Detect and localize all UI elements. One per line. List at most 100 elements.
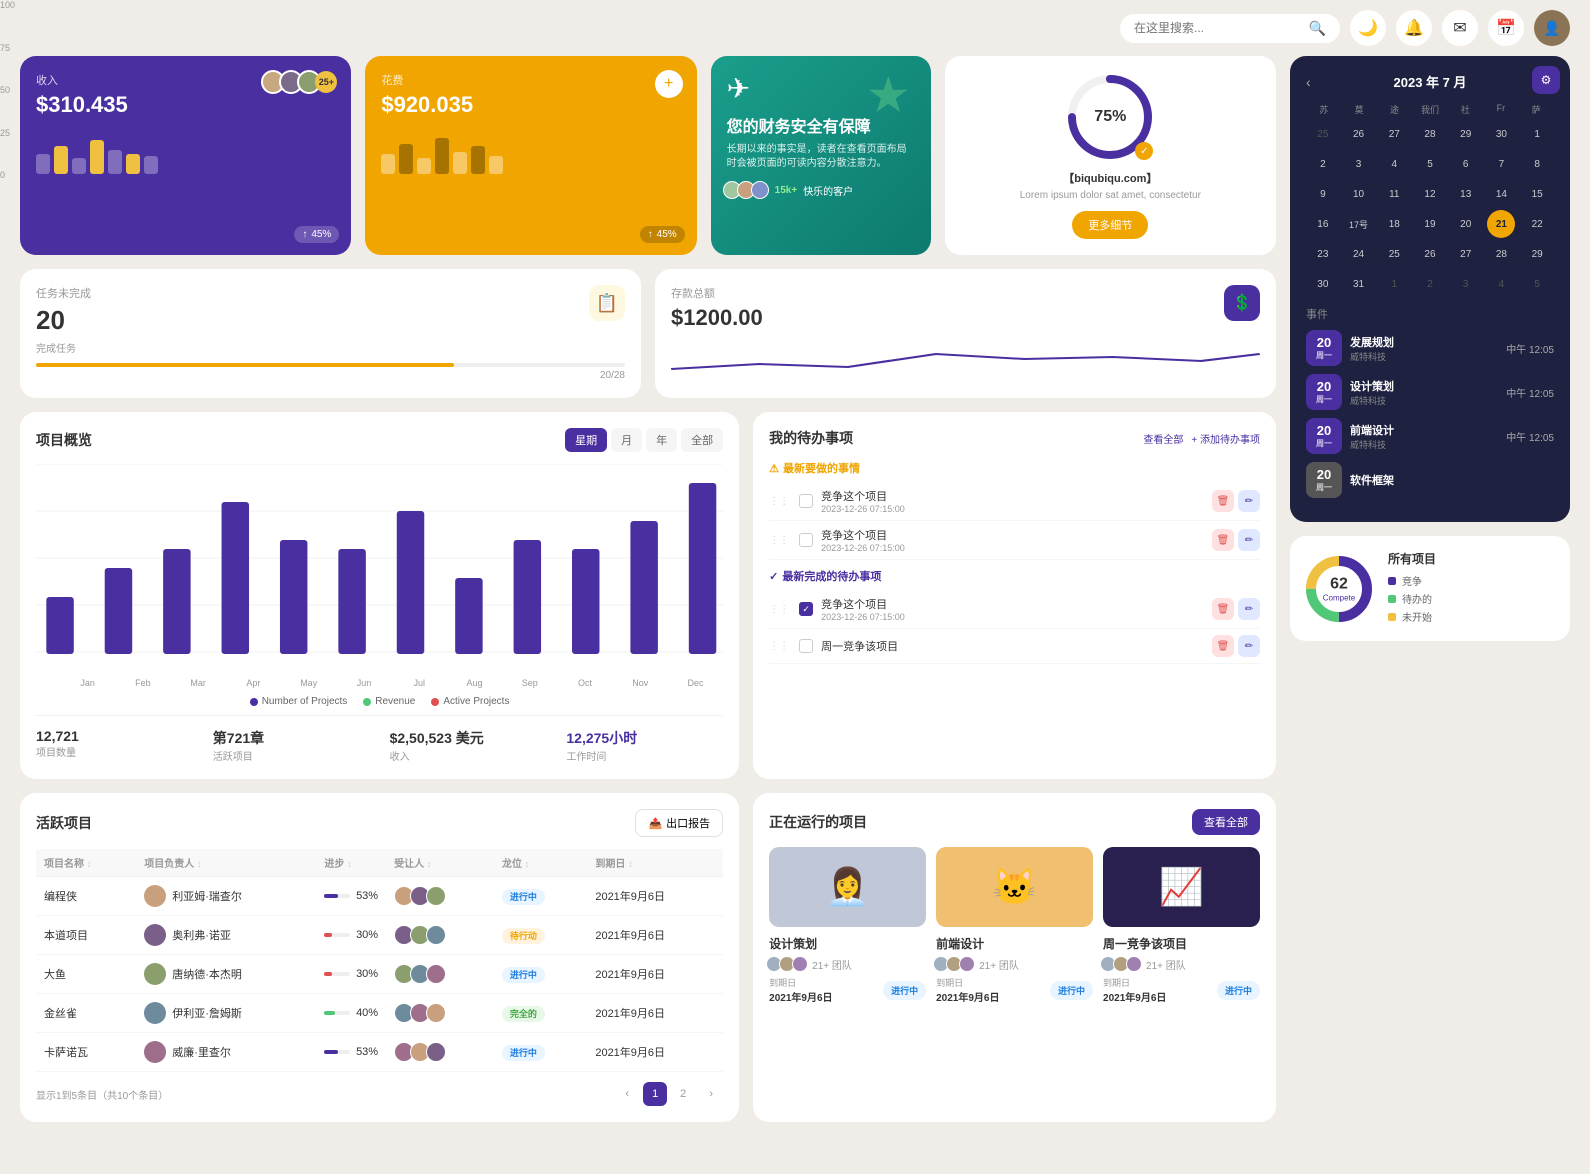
cal-day[interactable]: 14 [1487, 180, 1515, 208]
delete-btn-2[interactable]: 🗑 [1212, 529, 1234, 551]
cal-day[interactable]: 23 [1309, 240, 1337, 268]
cal-day[interactable]: 31 [1345, 270, 1373, 298]
cal-day[interactable]: 2 [1309, 150, 1337, 178]
cal-day[interactable]: 30 [1487, 120, 1515, 148]
cal-day[interactable]: 1 [1523, 120, 1551, 148]
cal-day[interactable]: 22 [1523, 210, 1551, 238]
cal-day[interactable]: 28 [1487, 240, 1515, 268]
cal-day[interactable]: 24 [1345, 240, 1373, 268]
cal-day[interactable]: 26 [1416, 240, 1444, 268]
drag-handle[interactable]: ⋮⋮ [769, 496, 789, 507]
tab-month[interactable]: 月 [611, 428, 642, 452]
all-projects-card: 62 Compete 所有项目 竞争 待办的 未开始 [1290, 536, 1570, 641]
cal-day[interactable]: 2 [1416, 270, 1444, 298]
bell-icon[interactable]: 🔔 [1396, 10, 1432, 46]
cal-day[interactable]: 10 [1345, 180, 1373, 208]
todo-checkbox-1[interactable] [799, 494, 813, 508]
prev-page-btn[interactable]: ‹ [615, 1082, 639, 1106]
progress-cell: 30% [324, 968, 378, 980]
expense-card: 花费 $920.035 + ↑45% [365, 56, 696, 255]
moon-icon[interactable]: 🌙 [1350, 10, 1386, 46]
cal-day[interactable]: 1 [1380, 270, 1408, 298]
cal-day[interactable]: 20 [1452, 210, 1480, 238]
cal-day[interactable]: 8 [1523, 150, 1551, 178]
tab-year[interactable]: 年 [646, 428, 677, 452]
cal-day[interactable]: 25 [1380, 240, 1408, 268]
running-project-item: 🐱 前端设计 21+ 团队 到期日 2021年9月6日 进行中 [936, 847, 1093, 1004]
page-2-btn[interactable]: 2 [671, 1082, 695, 1106]
running-status: 进行中 [1217, 981, 1260, 1000]
cal-day[interactable]: 18 [1380, 210, 1408, 238]
drag-handle-3[interactable]: ⋮⋮ [769, 604, 789, 615]
todo-checkbox-3[interactable] [799, 639, 813, 653]
cal-day[interactable]: 5 [1416, 150, 1444, 178]
cal-day[interactable]: 7 [1487, 150, 1515, 178]
tab-all[interactable]: 全部 [681, 428, 723, 452]
cal-day[interactable]: 28 [1416, 120, 1444, 148]
left-content: 收入 $310.435 25+ [20, 56, 1276, 1122]
calendar-icon[interactable]: 📅 [1488, 10, 1524, 46]
tab-week[interactable]: 星期 [565, 428, 607, 452]
cal-day[interactable]: 3 [1345, 150, 1373, 178]
cal-day[interactable]: 19 [1416, 210, 1444, 238]
cal-day-today[interactable]: 21 [1487, 210, 1515, 238]
cal-day[interactable]: 4 [1380, 150, 1408, 178]
event-date-4: 20 周一 [1306, 462, 1342, 498]
cal-day[interactable]: 12 [1416, 180, 1444, 208]
search-input[interactable] [1134, 21, 1301, 35]
cal-day[interactable]: 5 [1523, 270, 1551, 298]
cal-settings-btn[interactable]: ⚙ [1532, 66, 1560, 94]
cal-days-header: 苏莫途我们社Fr萨 [1306, 103, 1554, 116]
project-overview-card: 项目概览 星期 月 年 全部 1007550250 [20, 412, 739, 779]
progress-bar-bg [324, 1050, 350, 1054]
cal-day[interactable]: 30 [1309, 270, 1337, 298]
edit-btn-3[interactable]: ✏ [1238, 635, 1260, 657]
drag-handle-2[interactable]: ⋮⋮ [769, 535, 789, 546]
next-page-btn[interactable]: › [699, 1082, 723, 1106]
edit-btn-done-1[interactable]: ✏ [1238, 598, 1260, 620]
cal-prev-btn[interactable]: ‹ [1306, 74, 1311, 90]
view-all-running-btn[interactable]: 查看全部 [1192, 809, 1260, 835]
stat-hours: 12,275小时 工作时间 [566, 728, 723, 763]
cal-day[interactable]: 17号 [1345, 210, 1373, 238]
cell-name: 金丝雀 [36, 994, 136, 1033]
add-todo-link[interactable]: + 添加待办事项 [1191, 431, 1260, 446]
view-all-link[interactable]: 查看全部 [1143, 431, 1183, 446]
edit-btn-2[interactable]: ✏ [1238, 529, 1260, 551]
page-1-btn[interactable]: 1 [643, 1082, 667, 1106]
cal-day[interactable]: 29 [1523, 240, 1551, 268]
event-item-4: 20 周一 软件框架 [1306, 462, 1554, 498]
cal-day[interactable]: 27 [1380, 120, 1408, 148]
cal-day[interactable]: 4 [1487, 270, 1515, 298]
cal-day[interactable]: 13 [1452, 180, 1480, 208]
add-expense-btn[interactable]: + [655, 70, 683, 98]
cal-day[interactable]: 26 [1345, 120, 1373, 148]
user-avatar[interactable]: 👤 [1534, 10, 1570, 46]
delete-btn-3[interactable]: 🗑 [1212, 635, 1234, 657]
owner-avatar [144, 885, 166, 907]
cal-day[interactable]: 29 [1452, 120, 1480, 148]
task-progress-bar [36, 363, 625, 367]
delete-btn-1[interactable]: 🗑 [1212, 490, 1234, 512]
mail-icon[interactable]: ✉ [1442, 10, 1478, 46]
delete-btn-done-1[interactable]: 🗑 [1212, 598, 1234, 620]
todo-checkbox-done[interactable]: ✓ [799, 602, 813, 616]
cal-day[interactable]: 11 [1380, 180, 1408, 208]
cal-day[interactable]: 15 [1523, 180, 1551, 208]
drag-handle-4[interactable]: ⋮⋮ [769, 641, 789, 652]
donut-label: 62 Compete [1323, 575, 1355, 602]
cal-day[interactable]: 6 [1452, 150, 1480, 178]
cal-day[interactable]: 3 [1452, 270, 1480, 298]
todo-checkbox-2[interactable] [799, 533, 813, 547]
cal-day[interactable]: 9 [1309, 180, 1337, 208]
cal-day[interactable]: 16 [1309, 210, 1337, 238]
edit-btn-1[interactable]: ✏ [1238, 490, 1260, 512]
owner-name: 伊利亚·詹姆斯 [172, 1005, 242, 1021]
cal-day[interactable]: 27 [1452, 240, 1480, 268]
export-btn[interactable]: 📤 出口报告 [635, 809, 723, 837]
owner-avatar [144, 1041, 166, 1063]
todo-item-actions-1: 🗑 ✏ [1212, 490, 1260, 512]
cal-day[interactable]: 25 [1309, 120, 1337, 148]
more-details-btn[interactable]: 更多细节 [1072, 211, 1148, 239]
search-box[interactable]: 🔍 [1120, 14, 1340, 43]
